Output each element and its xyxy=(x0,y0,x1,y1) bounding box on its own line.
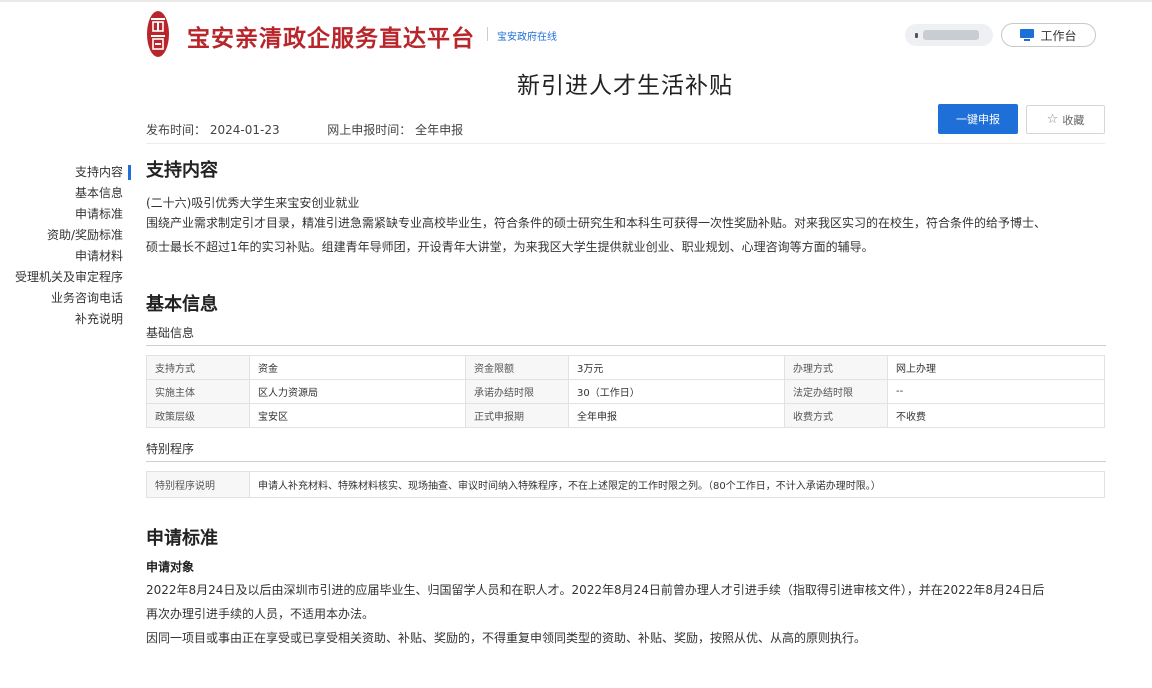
table-cell: 办理方式 xyxy=(784,355,888,380)
page-title: 新引进人才生活补贴 xyxy=(517,73,733,99)
sidenav-item-funding-standard[interactable]: 资助/奖励标准 xyxy=(0,225,131,246)
sidenav-item-hotline[interactable]: 业务咨询电话 xyxy=(0,288,131,309)
publish-date: 2024-01-23 xyxy=(209,123,280,137)
support-line-2: 围绕产业需求制定引才目录，精准引进急需紧缺专业高校毕业生，符合条件的硕士研究生和… xyxy=(146,216,1047,230)
table-cell: 承诺办结时限 xyxy=(465,379,569,404)
one-click-apply-button[interactable]: 一键申报 xyxy=(938,104,1018,134)
special-procedure-table: 特别程序说明 申请人补充材料、特殊材料核实、现场抽查、审议时间纳入特殊程序，不在… xyxy=(146,471,1105,498)
basic-subtitle: 基础信息 xyxy=(146,322,1106,346)
publish-label: 发布时间： xyxy=(146,123,207,137)
sidenav-item-notes[interactable]: 补充说明 xyxy=(0,309,131,330)
table-cell: 资金限额 xyxy=(465,355,569,380)
criteria-para-1: 2022年8月24日及以后由深圳市引进的应届毕业生、归国留学人员和在职人才。20… xyxy=(146,583,1045,597)
workbench-label: 工作台 xyxy=(1040,28,1077,43)
title-separator xyxy=(487,27,488,41)
online-apply-value: 全年申报 xyxy=(415,123,464,137)
section-title-basic-info: 基本信息 xyxy=(146,294,218,315)
sidenav-item-basic-info[interactable]: 基本信息 xyxy=(0,183,131,204)
baoan-seal-logo xyxy=(147,11,169,57)
criteria-para-3: 因同一项目或事由正在享受或已享受相关资助、补贴、奖励的，不得重复申领同类型的资助… xyxy=(146,631,867,645)
main-content: 支持内容 (二十六)吸引优秀大学生来宝安创业就业 围绕产业需求制定引才目录，精准… xyxy=(146,158,1106,650)
workbench-button[interactable]: 工作台 xyxy=(1001,23,1096,47)
table-cell: 30（工作日） xyxy=(568,379,785,404)
sidenav-item-materials[interactable]: 申请材料 xyxy=(0,246,131,267)
monitor-icon xyxy=(1020,29,1035,41)
table-cell: 法定办结时限 xyxy=(784,379,888,404)
section-title-support: 支持内容 xyxy=(146,160,218,181)
table-cell: 正式申报期 xyxy=(465,403,569,428)
target-label: 申请对象 xyxy=(146,560,195,574)
table-row: 特别程序说明 申请人补充材料、特殊材料核实、现场抽查、审议时间纳入特殊程序，不在… xyxy=(146,471,1105,498)
favorite-button[interactable]: ☆ 收藏 xyxy=(1026,105,1105,134)
top-border xyxy=(0,0,1152,2)
online-apply-label: 网上申报时间： xyxy=(327,123,412,137)
table-cell: 支持方式 xyxy=(146,355,250,380)
table-cell: -- xyxy=(887,379,1105,404)
meta-divider xyxy=(146,143,1105,144)
favorite-label: 收藏 xyxy=(1062,113,1085,127)
table-cell: 网上办理 xyxy=(887,355,1105,380)
support-line-1: (二十六)吸引优秀大学生来宝安创业就业 xyxy=(146,196,360,210)
user-icon xyxy=(915,33,918,38)
table-cell: 申请人补充材料、特殊材料核实、现场抽查、审议时间纳入特殊程序，不在上述限定的工作… xyxy=(249,471,1105,498)
section-title-criteria: 申请标准 xyxy=(146,528,218,549)
gov-online-link[interactable]: 宝安政府在线 xyxy=(497,28,557,43)
table-row: 实施主体 区人力资源局 承诺办结时限 30（工作日） 法定办结时限 -- xyxy=(146,379,1105,404)
publish-meta: 发布时间： 2024-01-23 网上申报时间： 全年申报 xyxy=(146,121,463,138)
table-cell: 全年申报 xyxy=(568,403,785,428)
side-nav: 支持内容 基本信息 申请标准 资助/奖励标准 申请材料 受理机关及审定程序 业务… xyxy=(0,162,131,330)
user-avatar-pill[interactable] xyxy=(905,24,993,46)
sidenav-item-criteria[interactable]: 申请标准 xyxy=(0,204,131,225)
sidenav-item-support[interactable]: 支持内容 xyxy=(0,162,131,183)
table-row: 政策层级 宝安区 正式申报期 全年申报 收费方式 不收费 xyxy=(146,403,1105,428)
criteria-para-2: 再次办理引进手续的人员，不适用本办法。 xyxy=(146,607,375,621)
table-cell: 区人力资源局 xyxy=(249,379,466,404)
table-cell: 资金 xyxy=(249,355,466,380)
star-icon: ☆ xyxy=(1046,112,1059,127)
table-cell: 政策层级 xyxy=(146,403,250,428)
support-line-3: 硕士最长不超过1年的实习补贴。组建青年导师团，开设青年大讲堂，为来我区大学生提供… xyxy=(146,240,874,254)
table-row: 支持方式 资金 资金限额 3万元 办理方式 网上办理 xyxy=(146,355,1105,380)
user-name-redacted xyxy=(923,30,979,40)
sidenav-item-authority[interactable]: 受理机关及审定程序 xyxy=(0,267,131,288)
basic-info-table: 支持方式 资金 资金限额 3万元 办理方式 网上办理 实施主体 区人力资源局 承… xyxy=(146,355,1105,428)
site-title[interactable]: 宝安亲清政企服务直达平台 xyxy=(187,19,475,53)
special-procedure-subtitle: 特别程序 xyxy=(146,438,1106,462)
table-cell: 收费方式 xyxy=(784,403,888,428)
table-cell: 实施主体 xyxy=(146,379,250,404)
table-cell: 宝安区 xyxy=(249,403,466,428)
table-cell: 特别程序说明 xyxy=(146,471,250,498)
table-cell: 不收费 xyxy=(887,403,1105,428)
table-cell: 3万元 xyxy=(568,355,785,380)
